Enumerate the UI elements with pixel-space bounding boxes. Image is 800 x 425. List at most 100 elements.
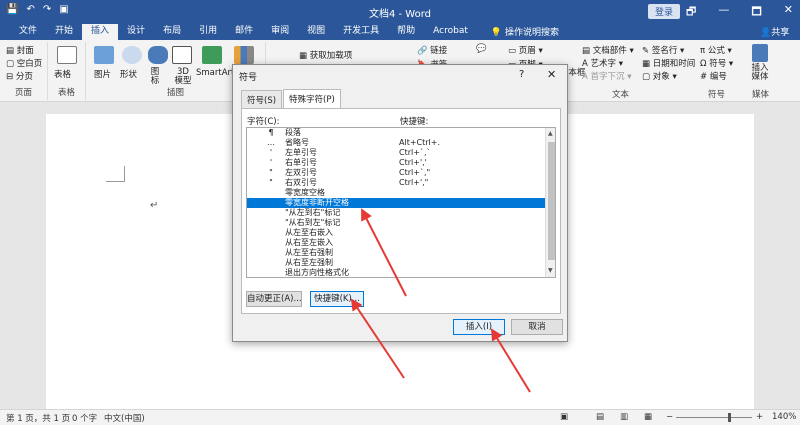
close-icon[interactable]: ✕ xyxy=(784,3,793,22)
list-item[interactable]: " 左双引号 Ctrl+`," xyxy=(247,168,545,178)
tab-help[interactable]: 帮助 xyxy=(388,22,424,40)
dialog-close-icon[interactable]: ✕ xyxy=(547,68,556,81)
list-item[interactable]: 退出方向性格式化 xyxy=(247,268,545,277)
scroll-down-icon[interactable]: ▼ xyxy=(548,267,553,274)
3d-model-button-label[interactable]: 3D 模型 xyxy=(172,68,194,86)
list-item[interactable]: 从左至右嵌入 xyxy=(247,228,545,238)
object-button[interactable]: ▢ 对象 ▾ xyxy=(642,70,677,82)
number-button[interactable]: # 编号 xyxy=(700,70,727,82)
list-item[interactable]: ' 右单引号 Ctrl+',' xyxy=(247,158,545,168)
table-button-label[interactable]: 表格 xyxy=(54,68,71,80)
zoom-slider-track[interactable] xyxy=(676,417,752,418)
share-button[interactable]: 👤共享 xyxy=(760,25,789,38)
language-indicator[interactable]: 中文(中国) xyxy=(104,412,145,424)
dropcap-button[interactable]: A 首字下沉 ▾ xyxy=(582,70,632,82)
page-break-button[interactable]: ⊟ 分页 xyxy=(6,70,33,82)
insert-button[interactable]: 插入(I) xyxy=(453,319,505,335)
scroll-up-icon[interactable]: ▲ xyxy=(548,130,553,137)
tab-developer[interactable]: 开发工具 xyxy=(334,22,388,40)
picture-button-label[interactable]: 图片 xyxy=(94,68,111,80)
special-character-list[interactable]: ¶ 段落 … 省略号 Alt+Ctrl+. ' 左单引号 Ctrl+`,` ' 右单引号 Ct… xyxy=(246,127,556,278)
list-item[interactable]: 零宽度空格 xyxy=(247,188,545,198)
list-item[interactable]: "从右到左"标记 xyxy=(247,218,545,228)
chart-icon[interactable] xyxy=(234,46,254,64)
picture-icon[interactable] xyxy=(94,46,114,64)
smartart-button-label[interactable]: SmartArt xyxy=(196,68,234,78)
cancel-button[interactable]: 取消 xyxy=(511,319,563,335)
signature-line-button[interactable]: ✎ 签名行 ▾ xyxy=(642,44,684,56)
list-item[interactable]: 从右至左嵌入 xyxy=(247,238,545,248)
list-scrollbar[interactable]: ▲ ▼ xyxy=(545,128,555,277)
tab-acrobat[interactable]: Acrobat xyxy=(424,22,477,40)
group-tables: 表格 表格 xyxy=(48,42,86,100)
comment-icon[interactable]: 💬 xyxy=(476,44,487,54)
margin-mark-vertical xyxy=(124,166,125,182)
focus-mode-icon[interactable]: ▣ xyxy=(560,412,568,422)
login-button[interactable]: 登录 xyxy=(648,4,681,19)
shortcut-column-label: 快捷键: xyxy=(400,117,429,127)
3d-model-icon[interactable] xyxy=(172,46,192,64)
zoom-slider-thumb[interactable] xyxy=(728,413,731,422)
zoom-out-button[interactable]: − xyxy=(666,412,673,422)
group-pages: ▤ 封面 ▢ 空白页 ⊟ 分页 页面 xyxy=(0,42,48,100)
share-label: 共享 xyxy=(771,28,790,38)
tab-home[interactable]: 开始 xyxy=(46,22,82,40)
character-column-label: 字符(C): xyxy=(247,117,280,127)
tab-review[interactable]: 审阅 xyxy=(262,22,298,40)
media-icon[interactable] xyxy=(752,44,768,62)
datetime-button[interactable]: ▦ 日期和时间 xyxy=(642,57,695,69)
zoom-in-button[interactable]: + xyxy=(756,412,763,422)
minimize-icon[interactable]: — xyxy=(718,3,729,22)
tab-design[interactable]: 设计 xyxy=(118,22,154,40)
wordart-button[interactable]: A 艺术字 ▾ xyxy=(582,57,623,69)
print-layout-icon[interactable]: ▥ xyxy=(620,412,628,422)
shortcut-key-button[interactable]: 快捷键(K)... xyxy=(310,291,364,307)
list-item[interactable]: 从左至右强制 xyxy=(247,248,545,258)
read-mode-icon[interactable]: ▤ xyxy=(596,412,604,422)
tab-references[interactable]: 引用 xyxy=(190,22,226,40)
window-controls: 🗗 — 🗖 ✕ xyxy=(686,3,793,22)
word-count[interactable]: 0 个字 xyxy=(72,412,97,424)
group-label-tables: 表格 xyxy=(57,88,75,98)
dialog-title: 符号 xyxy=(239,73,258,83)
insert-media-button-label[interactable]: 插入媒体 xyxy=(750,64,770,82)
header-button[interactable]: ▭ 页眉 ▾ xyxy=(508,44,543,56)
scrollbar-thumb[interactable] xyxy=(548,142,555,260)
links-button[interactable]: 🔗 链接 xyxy=(417,44,447,56)
icons-button-label[interactable]: 图标 xyxy=(150,68,160,86)
equation-button[interactable]: π 公式 ▾ xyxy=(700,44,732,56)
tab-file[interactable]: 文件 xyxy=(10,22,46,40)
tab-mailings[interactable]: 邮件 xyxy=(226,22,262,40)
icons-icon[interactable] xyxy=(148,46,168,64)
smartart-icon[interactable] xyxy=(202,46,222,64)
help-icon[interactable]: ? xyxy=(519,69,524,80)
page-count[interactable]: 第 1 页，共 1 页 xyxy=(6,412,70,424)
list-item[interactable]: " 右双引号 Ctrl+'," xyxy=(247,178,545,188)
list-item[interactable]: "从左到右"标记 xyxy=(247,208,545,218)
list-item[interactable]: 从右至左强制 xyxy=(247,258,545,268)
shapes-button-label[interactable]: 形状 xyxy=(120,68,137,80)
docparts-button[interactable]: ▤ 文档部件 ▾ xyxy=(582,44,634,56)
list-item[interactable]: ' 左单引号 Ctrl+`,` xyxy=(247,148,545,158)
cover-page-button[interactable]: ▤ 封面 xyxy=(6,44,34,56)
tab-layout[interactable]: 布局 xyxy=(154,22,190,40)
symbol-button[interactable]: Ω 符号 ▾ xyxy=(700,57,733,69)
blank-page-button[interactable]: ▢ 空白页 xyxy=(6,57,42,69)
tab-symbols[interactable]: 符号(S) xyxy=(241,90,283,110)
list-item-selected[interactable]: 零宽度非断开空格 xyxy=(247,198,545,208)
tab-special-characters[interactable]: 特殊字符(P) xyxy=(283,89,341,109)
tell-me-search[interactable]: 💡 操作说明搜索 xyxy=(477,25,559,38)
tab-view[interactable]: 视图 xyxy=(298,22,334,40)
shapes-icon[interactable] xyxy=(122,46,142,64)
list-item[interactable]: … 省略号 Alt+Ctrl+. xyxy=(247,138,545,148)
maximize-icon[interactable]: 🗖 xyxy=(751,3,761,22)
ribbon-display-icon[interactable]: 🗗 xyxy=(686,3,696,22)
special-characters-panel: 字符(C): 快捷键: ¶ 段落 … 省略号 Alt+Ctrl+. ' 左单引号 Ctrl… xyxy=(241,108,561,314)
tab-insert[interactable]: 插入 xyxy=(82,22,119,40)
zoom-level[interactable]: 140% xyxy=(772,412,796,422)
get-addins-button[interactable]: ▦ 获取加载项 xyxy=(299,49,352,61)
web-layout-icon[interactable]: ▦ xyxy=(644,412,652,422)
autocorrect-button[interactable]: 自动更正(A)... xyxy=(246,291,302,307)
table-icon[interactable] xyxy=(57,46,77,64)
list-item[interactable]: ¶ 段落 xyxy=(247,128,545,138)
